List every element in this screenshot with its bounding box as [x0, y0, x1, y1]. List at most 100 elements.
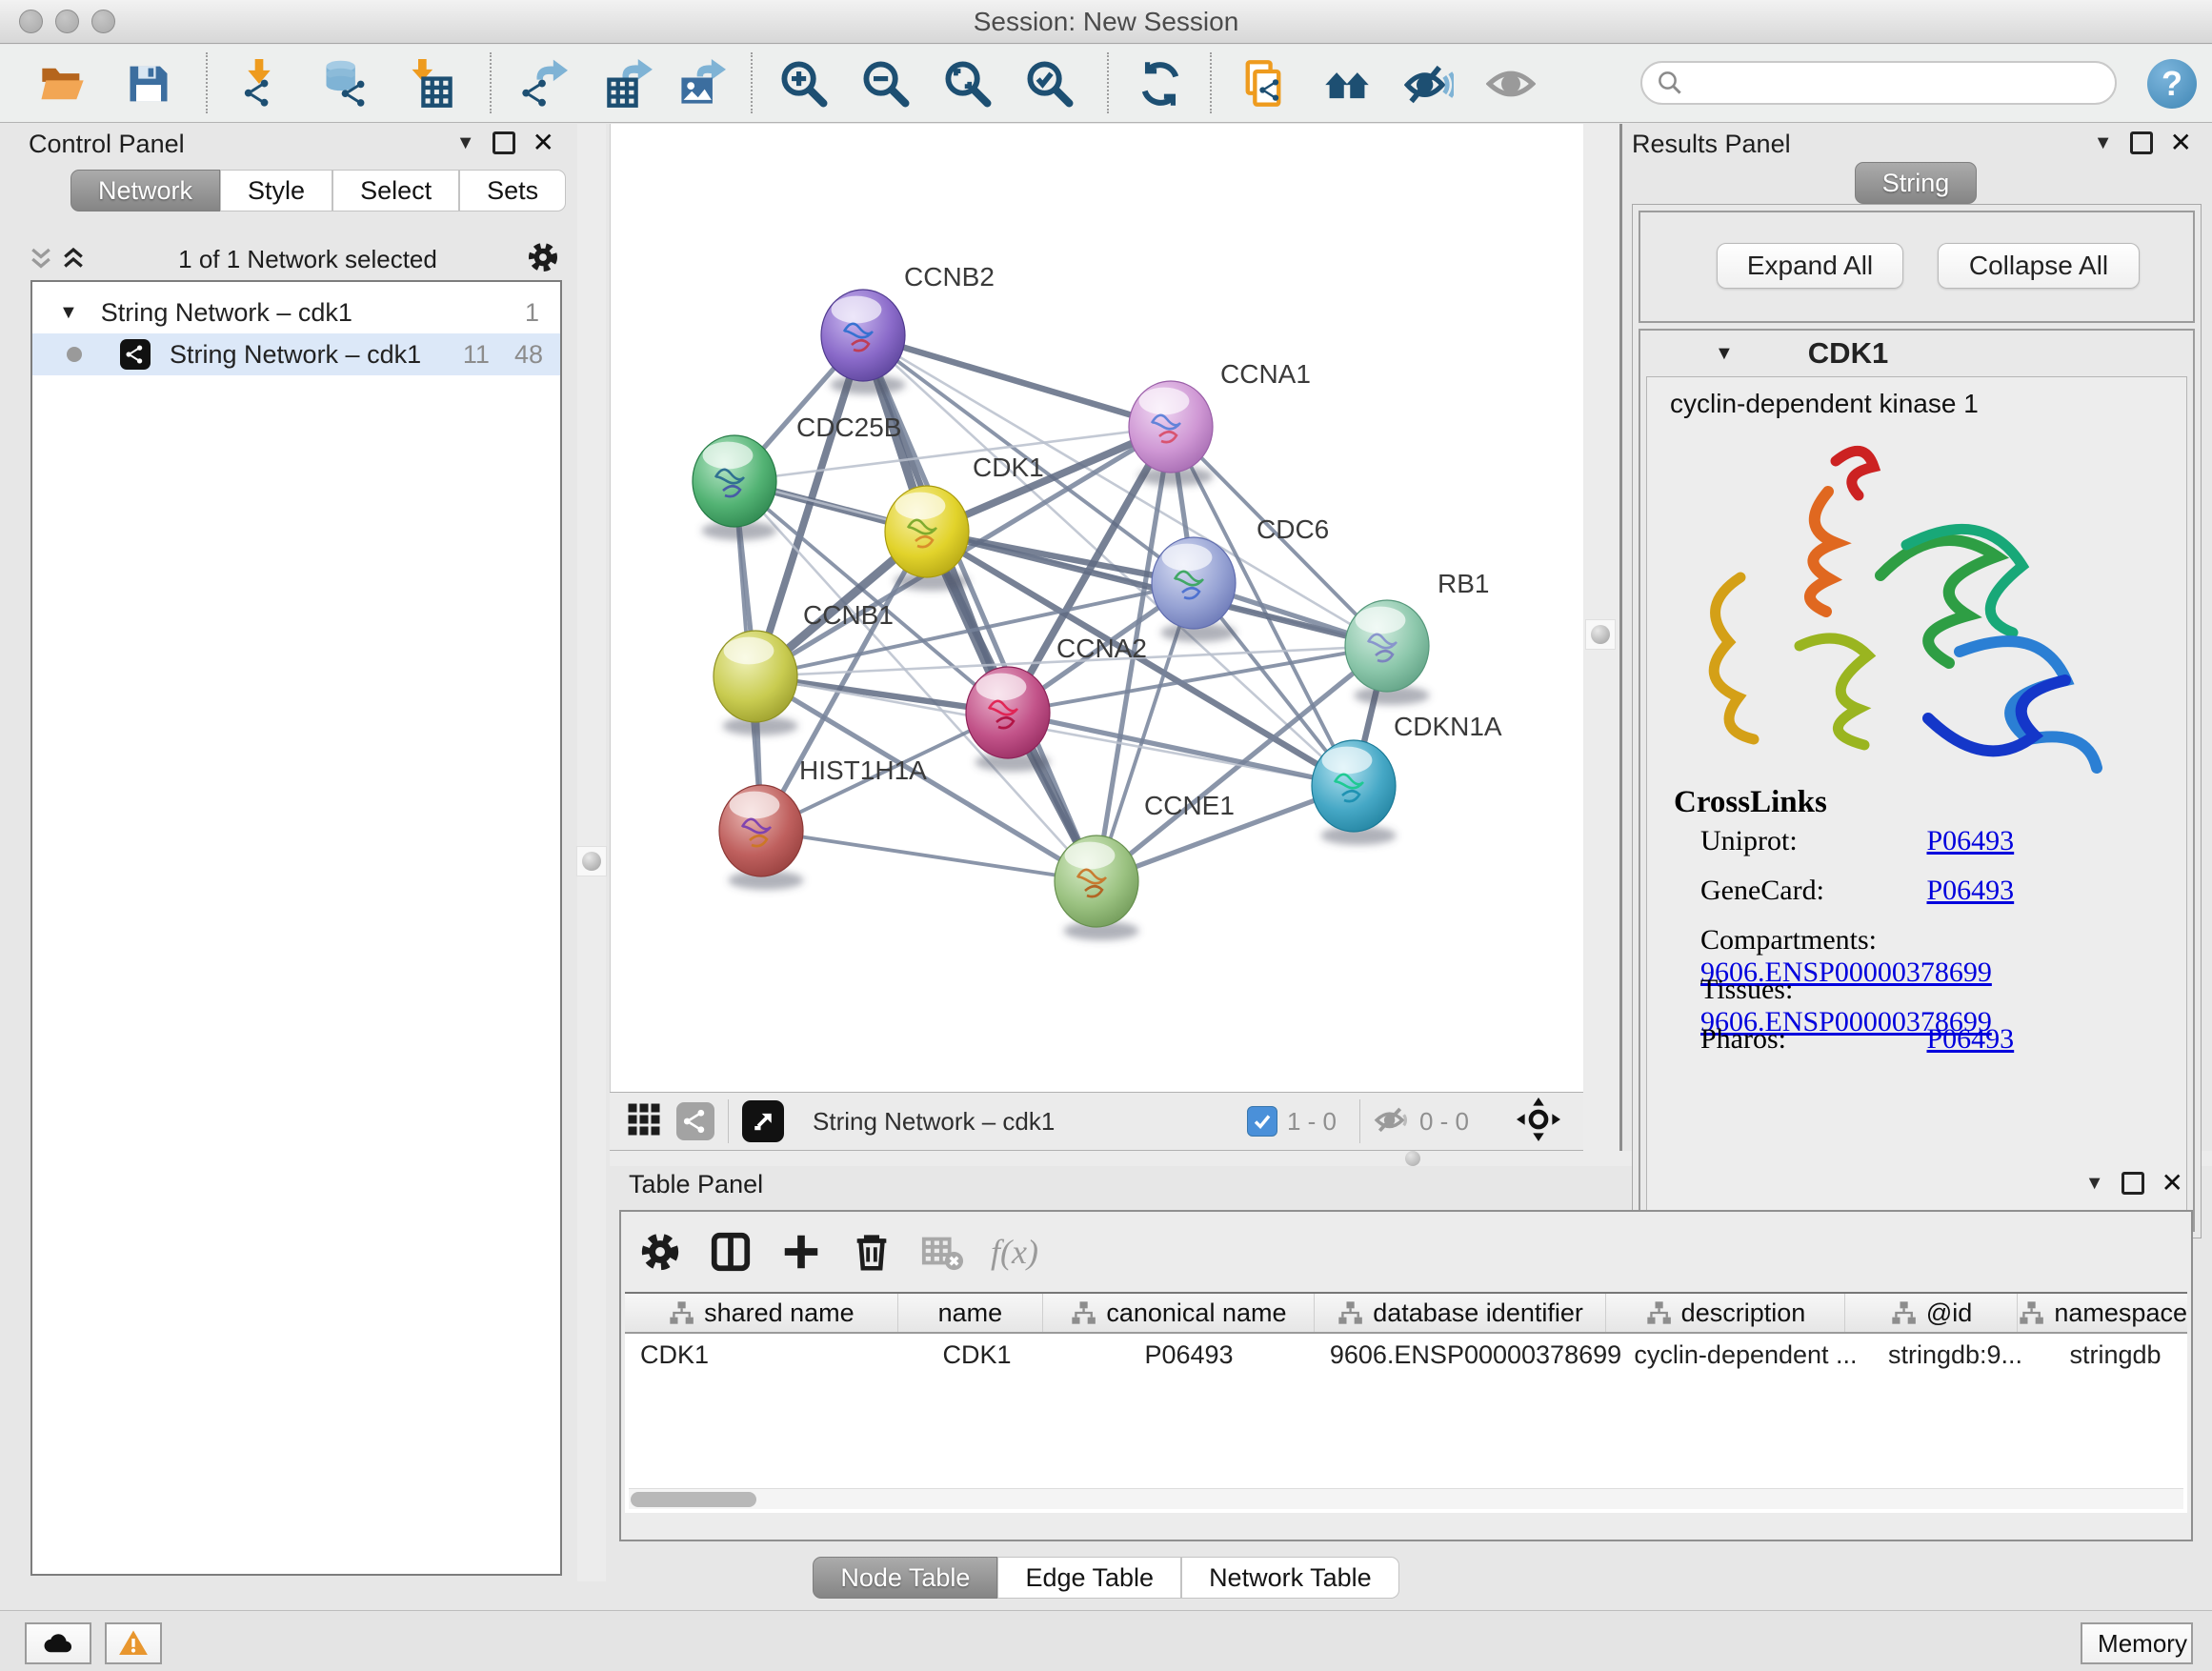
network-node-CCNA1[interactable]: [1129, 381, 1214, 486]
table-options-gear-icon[interactable]: [638, 1230, 682, 1274]
cell-id[interactable]: stringdb:9...: [1867, 1334, 2043, 1376]
grid-view-icon[interactable]: [627, 1102, 661, 1141]
network-canvas[interactable]: CCNB2CCNA1CDC25BCDK1CDC6RB1CCNB1CCNA2CDK…: [610, 124, 1583, 1092]
cell-description[interactable]: cyclin-dependent ...: [1624, 1334, 1867, 1376]
left-splitter-handle[interactable]: [576, 846, 607, 876]
warnings-button[interactable]: [105, 1622, 162, 1664]
import-table-file-icon[interactable]: [406, 59, 455, 109]
hide-selected-eye-slash-icon[interactable]: [1404, 59, 1454, 109]
memory-button[interactable]: Memory: [2081, 1622, 2193, 1664]
export-table-icon[interactable]: [604, 59, 654, 109]
column-header[interactable]: description: [1606, 1294, 1844, 1332]
help-button[interactable]: ?: [2147, 59, 2197, 109]
panel-menu-icon[interactable]: ▼: [2094, 132, 2113, 154]
network-edge-HIST1H1A-CCNE1[interactable]: [761, 831, 1096, 881]
panel-menu-icon[interactable]: ▼: [2085, 1173, 2104, 1195]
apply-layout-icon[interactable]: [1136, 59, 1185, 109]
network-node-CDC25B[interactable]: [693, 435, 777, 540]
panel-float-icon[interactable]: [493, 131, 515, 154]
scrollbar-thumb[interactable]: [631, 1492, 756, 1507]
zoom-selected-icon[interactable]: [1025, 59, 1075, 109]
cloud-services-button[interactable]: [25, 1622, 91, 1664]
import-network-database-icon[interactable]: [320, 59, 370, 109]
delete-column-icon[interactable]: [850, 1230, 894, 1274]
network-row[interactable]: String Network – cdk1 11 48: [32, 333, 560, 375]
zoom-window-button[interactable]: [91, 10, 115, 33]
birdseye-view-icon[interactable]: [742, 1100, 784, 1142]
home-icon[interactable]: [1322, 59, 1372, 109]
minimize-window-button[interactable]: [55, 10, 79, 33]
zoom-in-icon[interactable]: [779, 59, 829, 109]
crosslink-link[interactable]: P06493: [1927, 825, 2015, 856]
expand-all-chevron-icon[interactable]: [57, 245, 90, 273]
column-header[interactable]: namespace: [2018, 1294, 2187, 1332]
network-node-CCNE1[interactable]: [1055, 836, 1139, 940]
section-collapse-icon[interactable]: ▼: [1715, 343, 1734, 365]
tab-style[interactable]: Style: [220, 170, 332, 211]
hidden-eye-slash-icon[interactable]: [1374, 1101, 1410, 1142]
zoom-fit-icon[interactable]: [943, 59, 993, 109]
cell-canonical-name[interactable]: P06493: [1051, 1334, 1327, 1376]
crosslink-link[interactable]: P06493: [1927, 1023, 2015, 1055]
cell-name[interactable]: CDK1: [903, 1334, 1051, 1376]
network-node-CCNB1[interactable]: [714, 631, 798, 735]
network-node-CDK1[interactable]: [885, 486, 970, 591]
show-columns-icon[interactable]: [709, 1230, 753, 1274]
open-session-icon[interactable]: [38, 59, 88, 109]
panel-close-icon[interactable]: ✕: [2170, 131, 2192, 154]
panel-float-icon[interactable]: [2122, 1172, 2144, 1195]
column-header[interactable]: database identifier: [1315, 1294, 1606, 1332]
string-network-badge-icon[interactable]: [676, 1102, 714, 1140]
save-session-icon[interactable]: [124, 59, 173, 109]
column-header[interactable]: canonical name: [1043, 1294, 1315, 1332]
clone-network-icon[interactable]: [1238, 59, 1288, 109]
crosslink-link[interactable]: P06493: [1927, 875, 2015, 906]
column-header[interactable]: @id: [1845, 1294, 2019, 1332]
panel-float-icon[interactable]: [2130, 131, 2153, 154]
search-input[interactable]: [1684, 69, 2115, 98]
cell-database-identifier[interactable]: 9606.ENSP00000378699: [1327, 1334, 1624, 1376]
tab-network-table[interactable]: Network Table: [1181, 1557, 1399, 1599]
network-collection-row[interactable]: ▼ String Network – cdk1 1: [32, 292, 560, 333]
panel-menu-icon[interactable]: ▼: [456, 132, 475, 154]
network-node-CDKN1A[interactable]: [1312, 740, 1397, 845]
table-row[interactable]: CDK1 CDK1 P06493 9606.ENSP00000378699 cy…: [625, 1334, 2187, 1376]
import-network-file-icon[interactable]: [234, 59, 284, 109]
tab-sets[interactable]: Sets: [459, 170, 566, 211]
network-node-CDC6[interactable]: [1152, 537, 1237, 642]
cell-shared-name[interactable]: CDK1: [625, 1334, 903, 1376]
tab-network[interactable]: Network: [70, 170, 220, 211]
tab-edge-table[interactable]: Edge Table: [997, 1557, 1181, 1599]
tab-node-table[interactable]: Node Table: [813, 1557, 997, 1599]
tab-select[interactable]: Select: [332, 170, 459, 211]
add-column-icon[interactable]: [779, 1230, 823, 1274]
column-header[interactable]: name: [898, 1294, 1043, 1332]
network-node-CCNA2[interactable]: [966, 667, 1051, 772]
collapse-all-chevron-icon[interactable]: [25, 245, 57, 273]
export-network-icon[interactable]: [518, 59, 568, 109]
zoom-out-icon[interactable]: [861, 59, 911, 109]
export-image-icon[interactable]: [676, 59, 726, 109]
network-options-gear-icon[interactable]: [526, 240, 560, 279]
network-edge-CCNA2-CDKN1A[interactable]: [1008, 713, 1354, 786]
network-node-RB1[interactable]: [1345, 600, 1430, 705]
expand-all-button[interactable]: Expand All: [1717, 243, 1903, 289]
close-window-button[interactable]: [19, 10, 43, 33]
horizontal-scrollbar[interactable]: [629, 1488, 2183, 1509]
cell-namespace[interactable]: stringdb: [2043, 1334, 2187, 1376]
selected-checkbox-icon[interactable]: [1247, 1106, 1277, 1137]
network-node-CCNB2[interactable]: [821, 290, 906, 394]
pan-crosshair-icon[interactable]: [1517, 1097, 1560, 1146]
network-edge-CCNB2-CCNA1[interactable]: [863, 335, 1171, 427]
panel-close-icon[interactable]: ✕: [2162, 1172, 2183, 1195]
node-label-CCNB2: CCNB2: [904, 262, 995, 292]
collapse-all-button[interactable]: Collapse All: [1938, 243, 2140, 289]
tab-string[interactable]: String: [1855, 162, 1978, 204]
gene-section-header[interactable]: ▼ CDK1: [1640, 331, 2193, 376]
collection-expand-icon[interactable]: ▼: [59, 302, 78, 324]
show-all-eye-icon[interactable]: [1486, 59, 1536, 109]
column-header[interactable]: shared name: [625, 1294, 898, 1332]
panel-close-icon[interactable]: ✕: [533, 131, 554, 154]
right-splitter-handle[interactable]: [1585, 619, 1616, 650]
network-node-HIST1H1A[interactable]: [719, 785, 804, 890]
